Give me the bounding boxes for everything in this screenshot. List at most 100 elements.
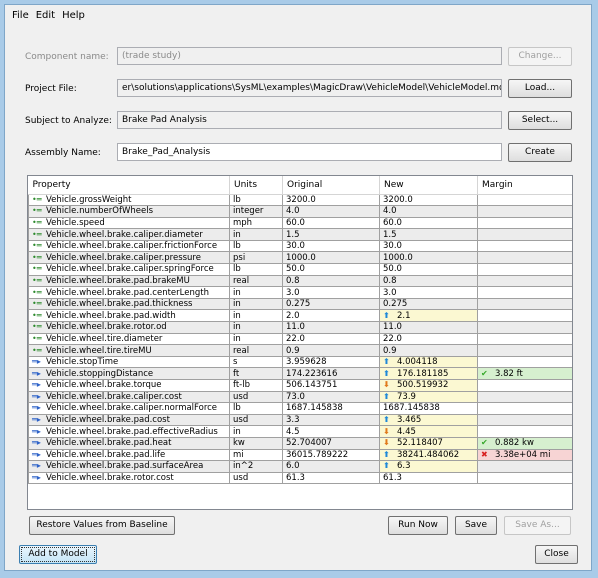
new-value: 30.0 <box>383 241 402 252</box>
original-cell: 3200.0 <box>282 193 380 207</box>
table-row[interactable]: ═▸ Vehicle.stopTime s 3.959628 ⬆ 4.004118 <box>28 355 572 369</box>
menu-edit[interactable]: Edit <box>35 10 56 26</box>
new-value-cell[interactable]: 1687.145838 <box>379 402 478 415</box>
margin-cell <box>477 263 572 276</box>
original-cell: 52.704007 <box>282 436 380 450</box>
new-value-cell[interactable]: ⬆ 4.004118 <box>379 355 478 369</box>
table-row[interactable]: ═▸ Vehicle.wheel.brake.caliper.cost usd 73.… <box>28 390 572 404</box>
units-cell: lb <box>229 193 283 207</box>
table-row[interactable]: •═ Vehicle.wheel.brake.pad.brakeMU real 0.8… <box>28 274 572 288</box>
property-cell: •═ Vehicle.wheel.tire.diameter <box>28 332 230 346</box>
new-value-cell[interactable]: ⬆ 2.1 <box>379 309 478 323</box>
property-cell: ═▸ Vehicle.wheel.brake.pad.heat <box>28 436 230 450</box>
new-value: 52.118407 <box>397 438 443 449</box>
column-header-property[interactable]: Property <box>28 176 230 195</box>
table-row[interactable]: ═▸ Vehicle.wheel.brake.torque ft-lb 506.143… <box>28 379 572 392</box>
table-row[interactable]: •═ Vehicle.wheel.brake.rotor.od in 11.0 11.0 <box>28 321 572 334</box>
property-cell: •═ Vehicle.grossWeight <box>28 193 230 207</box>
new-value-cell[interactable]: ⬇ 500.519932 <box>379 379 478 392</box>
new-value-cell[interactable]: ⬆ 176.181185 <box>379 367 478 380</box>
property-cell: ═▸ Vehicle.wheel.brake.pad.effectiveRadiu… <box>28 425 230 438</box>
table-row[interactable]: ═▸ Vehicle.wheel.brake.caliper.normalForc… <box>28 402 572 415</box>
input-parameter-icon: •═ <box>32 264 42 274</box>
column-header-new[interactable]: New <box>379 176 478 195</box>
new-value-cell[interactable]: 0.9 <box>379 344 478 357</box>
project-file-field[interactable]: er\solutions\applications\SysML\examples… <box>117 79 502 97</box>
table-row[interactable]: ═▸ Vehicle.wheel.brake.pad.effectiveRadiu… <box>28 425 572 438</box>
table-row[interactable]: •═ Vehicle.wheel.brake.caliper.springForc… <box>28 263 572 276</box>
column-header-original[interactable]: Original <box>282 176 380 195</box>
table-row[interactable]: •═ Vehicle.wheel.tire.diameter in 22.0 22.0 <box>28 332 572 346</box>
table-row[interactable]: ═▸ Vehicle.stoppingDistance ft 174.223616 ⬆ 1… <box>28 367 572 380</box>
new-value-cell[interactable]: 4.0 <box>379 205 478 218</box>
table-row[interactable]: ═▸ Vehicle.wheel.brake.rotor.cost usd 61.3 6… <box>28 471 572 485</box>
input-parameter-icon: •═ <box>32 229 42 239</box>
new-value-cell[interactable]: ⬆ 73.9 <box>379 390 478 404</box>
restore-baseline-button[interactable]: Restore Values from Baseline <box>29 516 175 535</box>
new-value-cell[interactable]: 60.0 <box>379 216 478 230</box>
table-row[interactable]: ═▸ Vehicle.wheel.brake.pad.life mi 36015.78… <box>28 448 572 462</box>
new-value-cell[interactable]: 1000.0 <box>379 251 478 265</box>
new-value-cell[interactable]: 11.0 <box>379 321 478 334</box>
margin-value: 0.882 kw <box>495 438 534 449</box>
original-cell: 4.0 <box>282 205 380 218</box>
assembly-name-input[interactable]: Brake_Pad_Analysis <box>117 143 502 161</box>
select-button[interactable]: Select... <box>508 111 572 130</box>
original-cell: 11.0 <box>282 321 380 334</box>
arrow-up-icon: ⬆ <box>383 357 390 367</box>
new-value: 500.519932 <box>397 380 449 391</box>
units-cell: ft-lb <box>229 379 283 392</box>
create-button[interactable]: Create <box>508 143 572 162</box>
margin-cell: ✔ 0.882 kw <box>477 436 572 450</box>
table-row[interactable]: •═ Vehicle.numberOfWheels integer 4.0 4.0 <box>28 205 572 218</box>
new-value: 0.275 <box>383 299 408 310</box>
table-row[interactable]: •═ Vehicle.wheel.brake.caliper.frictionFo… <box>28 239 572 253</box>
new-value-cell[interactable]: ⬇ 52.118407 <box>379 436 478 450</box>
new-value-cell[interactable]: 50.0 <box>379 263 478 276</box>
property-cell: •═ Vehicle.wheel.brake.rotor.od <box>28 321 230 334</box>
original-cell: 6.0 <box>282 460 380 473</box>
new-value-cell[interactable]: ⬇ 4.45 <box>379 425 478 438</box>
original-cell: 30.0 <box>282 239 380 253</box>
column-header-margin[interactable]: Margin <box>477 176 572 195</box>
new-value-cell[interactable]: 3.0 <box>379 286 478 299</box>
load-button[interactable]: Load... <box>508 79 572 98</box>
run-now-button[interactable]: Run Now <box>388 516 448 535</box>
table-row[interactable]: •═ Vehicle.wheel.brake.caliper.pressure ps… <box>28 251 572 265</box>
new-value-cell[interactable]: ⬆ 3.465 <box>379 413 478 427</box>
property-cell: ═▸ Vehicle.stoppingDistance <box>28 367 230 380</box>
input-parameter-icon: •═ <box>32 333 42 343</box>
table-row[interactable]: •═ Vehicle.wheel.brake.pad.width in 2.0 ⬆ 2.1 <box>28 309 572 323</box>
table-row[interactable]: ═▸ Vehicle.wheel.brake.pad.surfaceArea in^… <box>28 460 572 473</box>
new-value-cell[interactable]: 22.0 <box>379 332 478 346</box>
menu-help[interactable]: Help <box>61 10 86 26</box>
table-row[interactable]: •═ Vehicle.wheel.brake.caliper.diameter in… <box>28 228 572 241</box>
table-row[interactable]: •═ Vehicle.grossWeight lb 3200.0 3200.0 <box>28 193 572 207</box>
table-row[interactable]: ═▸ Vehicle.wheel.brake.pad.cost usd 3.3 ⬆ 3.4… <box>28 413 572 427</box>
column-header-units[interactable]: Units <box>229 176 283 195</box>
table-row[interactable]: •═ Vehicle.wheel.brake.pad.centerLength in… <box>28 286 572 299</box>
input-parameter-icon: •═ <box>32 194 42 204</box>
new-value-cell[interactable]: 3200.0 <box>379 193 478 207</box>
save-button[interactable]: Save <box>455 516 497 535</box>
units-cell: real <box>229 344 283 357</box>
new-value-cell[interactable]: 61.3 <box>379 471 478 485</box>
table-row[interactable]: ═▸ Vehicle.wheel.brake.pad.heat kw 52.70400… <box>28 436 572 450</box>
new-value-cell[interactable]: 30.0 <box>379 239 478 253</box>
property-cell: •═ Vehicle.numberOfWheels <box>28 205 230 218</box>
new-value-cell[interactable]: 0.275 <box>379 297 478 311</box>
table-row[interactable]: •═ Vehicle.wheel.brake.pad.thickness in 0.2… <box>28 297 572 311</box>
new-value-cell[interactable]: 0.8 <box>379 274 478 288</box>
table-row[interactable]: •═ Vehicle.speed mph 60.0 60.0 <box>28 216 572 230</box>
new-value-cell[interactable]: 1.5 <box>379 228 478 241</box>
close-button[interactable]: Close <box>535 545 578 564</box>
menu-file[interactable]: File <box>11 10 30 26</box>
arrow-up-icon: ⬆ <box>383 391 390 401</box>
new-value-cell[interactable]: ⬆ 38241.484062 <box>379 448 478 462</box>
add-to-model-button[interactable]: Add to Model <box>19 545 97 564</box>
table-row[interactable]: •═ Vehicle.wheel.tire.tireMU real 0.9 0.9 <box>28 344 572 357</box>
new-value-cell[interactable]: ⬆ 6.3 <box>379 460 478 473</box>
subject-field[interactable]: Brake Pad Analysis <box>117 111 502 129</box>
original-cell: 0.8 <box>282 274 380 288</box>
new-value: 1687.145838 <box>383 403 440 414</box>
